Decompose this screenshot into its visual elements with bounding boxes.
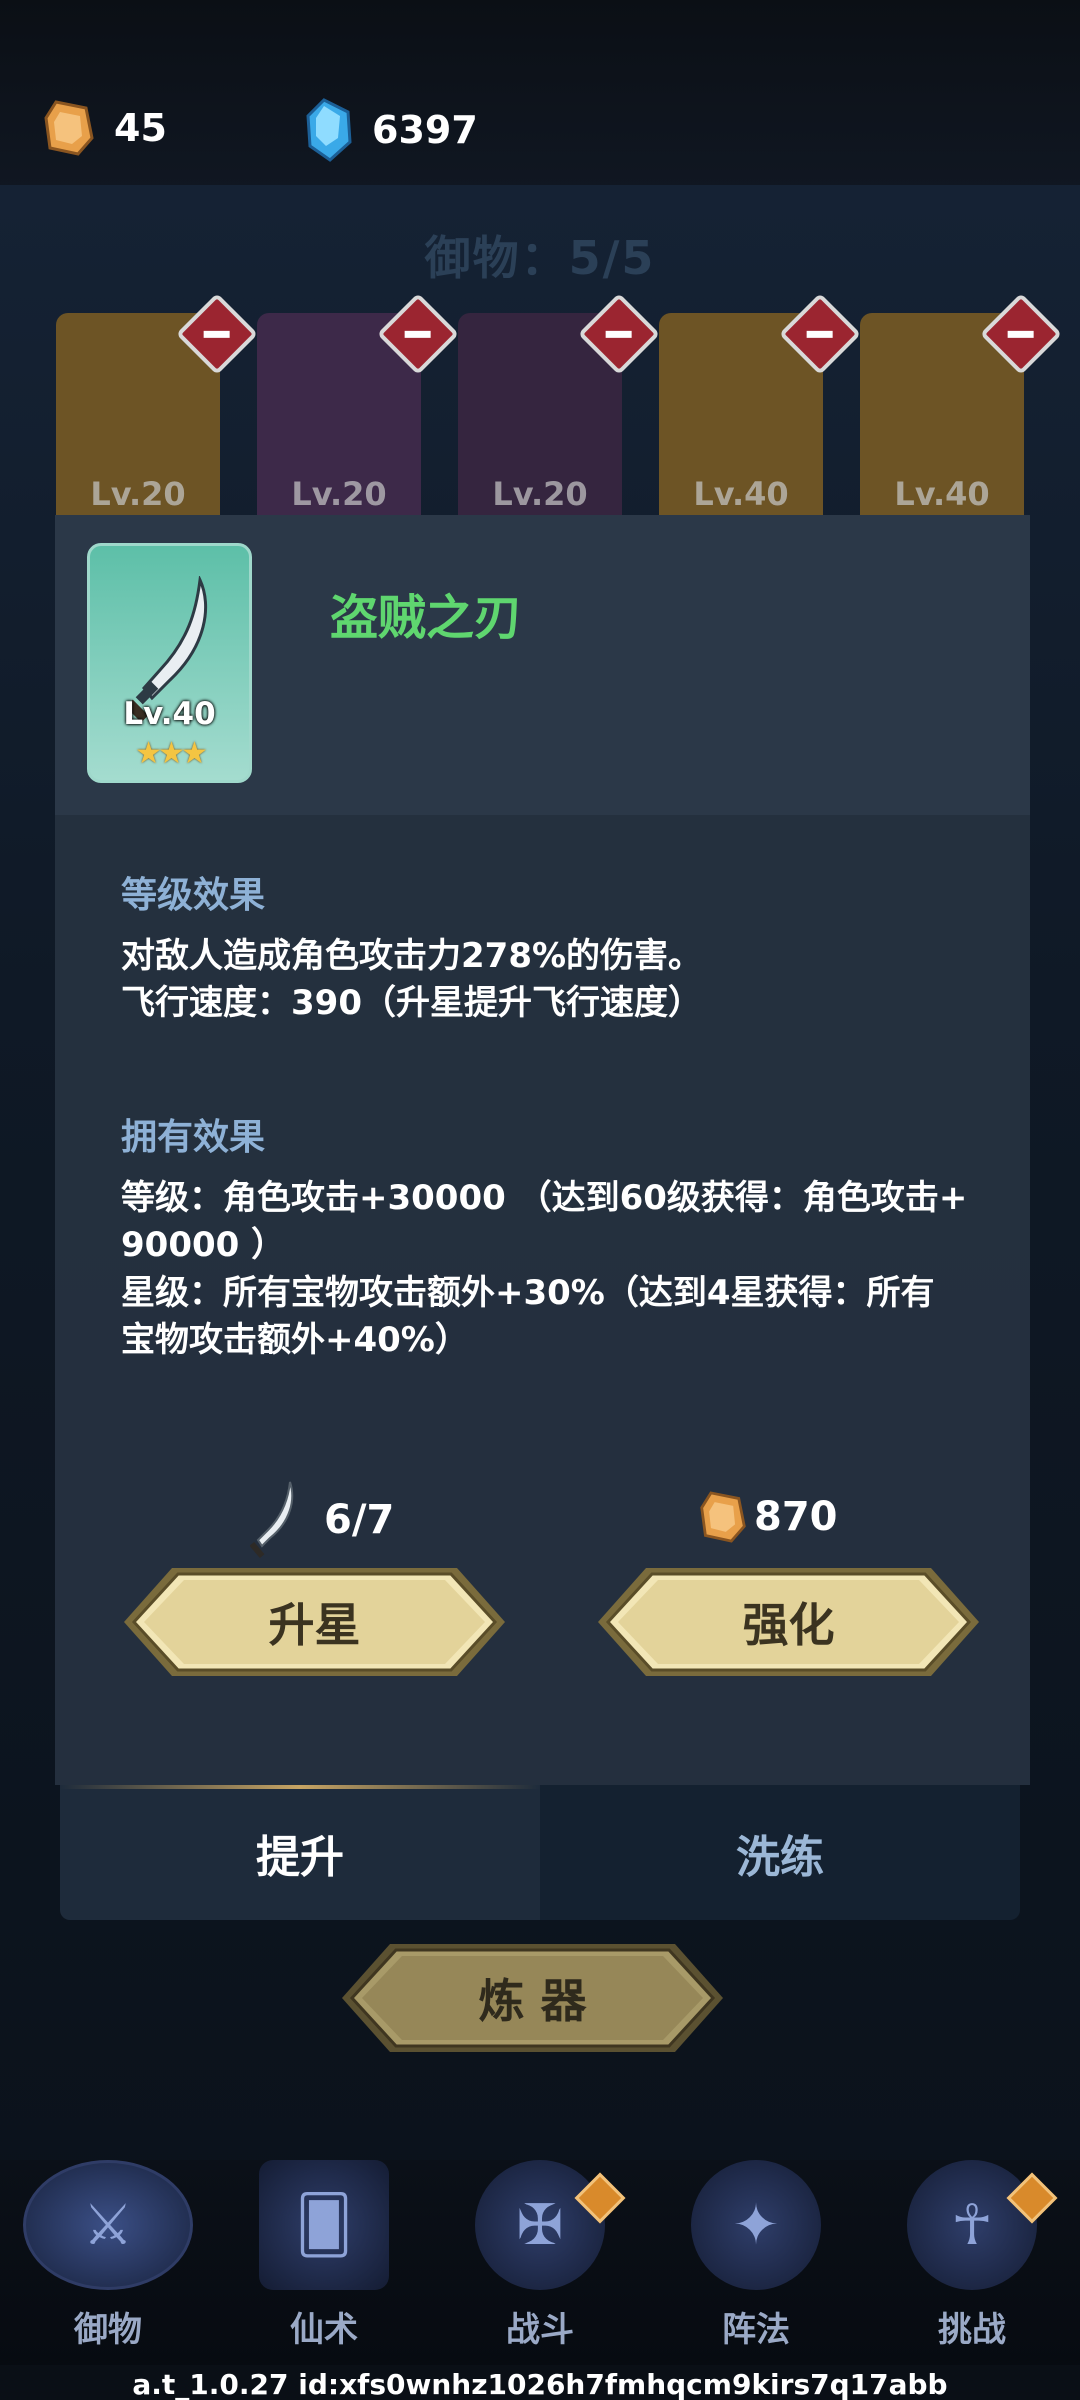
item-level: Lv.40 <box>123 696 216 732</box>
star-cost-value: 6/7 <box>324 1497 395 1543</box>
star-cost: 6/7 <box>250 1480 394 1560</box>
item-stars: ★★★ <box>135 736 208 771</box>
challenge-icon: ☥ <box>907 2160 1037 2290</box>
enhance-button[interactable]: 强化 <box>596 1566 981 1678</box>
treasure-icon: ⚔ <box>23 2160 193 2290</box>
gem-counter: 6397 <box>304 98 478 162</box>
own-effect-line: 等级：角色攻击+30000 （达到60级获得：角色攻击+ <box>121 1178 968 1218</box>
gem-icon <box>306 98 352 162</box>
star-up-button[interactable]: 升星 <box>122 1566 507 1678</box>
nav-battle[interactable]: ✠ 战斗 <box>432 2160 648 2365</box>
token-icon <box>44 100 94 156</box>
own-effect-line: 90000 ） <box>121 1225 286 1265</box>
token-counter: 45 <box>42 98 167 158</box>
nav-formation[interactable]: ✦ 阵法 <box>648 2160 864 2365</box>
nav-label: 阵法 <box>722 2310 790 2350</box>
level-effect-line: 对敌人造成角色攻击力278%的伤害。 <box>121 936 703 976</box>
equipped-level: Lv.40 <box>693 475 789 513</box>
gem-count: 6397 <box>372 108 478 152</box>
forge-label: 炼 器 <box>478 1974 587 2028</box>
nav-label: 御物 <box>74 2310 142 2350</box>
battle-icon: ✠ <box>475 2160 605 2290</box>
upgrade-cost-value: 870 <box>754 1494 838 1540</box>
nav-challenge[interactable]: ☥ 挑战 <box>864 2160 1080 2365</box>
nav-spell[interactable]: 🂠 仙术 <box>216 2160 432 2365</box>
own-effect-title: 拥有效果 <box>121 1117 266 1158</box>
level-effect-title: 等级效果 <box>121 875 266 916</box>
upgrade-cost: 870 <box>698 1488 838 1546</box>
formation-icon: ✦ <box>691 2160 821 2290</box>
token-icon <box>700 1491 746 1543</box>
level-effect-line: 飞行速度：390（升星提升飞行速度） <box>121 983 702 1023</box>
nav-label: 挑战 <box>938 2310 1006 2350</box>
enhance-label: 强化 <box>742 1598 835 1652</box>
tab-refine[interactable]: 洗练 <box>540 1785 1020 1920</box>
bottom-nav: ⚔ 御物 🂠 仙术 ✠ 战斗 ✦ 阵法 ☥ 挑战 <box>0 2160 1080 2365</box>
equipped-level: Lv.20 <box>90 475 186 513</box>
equipped-level: Lv.20 <box>291 475 387 513</box>
blade-fragment-icon <box>250 1481 294 1559</box>
detail-tabs: 提升 洗练 <box>60 1785 1020 1920</box>
item-card: Lv.40 ★★★ <box>87 543 252 783</box>
item-name: 盗贼之刃 <box>330 590 523 646</box>
nav-label: 仙术 <box>290 2310 358 2350</box>
currency-bar: 45 6397 <box>0 0 1080 190</box>
own-effect-line: 星级：所有宝物攻击额外+30%（达到4星获得：所有 <box>121 1273 935 1313</box>
equipped-title: 御物：5/5 <box>424 231 656 285</box>
nav-label: 战斗 <box>506 2310 574 2350</box>
star-up-label: 升星 <box>268 1598 361 1652</box>
token-count: 45 <box>114 106 167 150</box>
nav-treasure[interactable]: ⚔ 御物 <box>0 2160 216 2365</box>
version-label: a.t_1.0.27 id:xfs0wnhz1026h7fmhqcm9kirs7… <box>132 2368 948 2400</box>
tab-improve[interactable]: 提升 <box>60 1785 540 1920</box>
own-effect-line: 宝物攻击额外+40%） <box>121 1320 469 1360</box>
equipped-level: Lv.20 <box>492 475 588 513</box>
forge-button[interactable]: 炼 器 <box>340 1942 725 2054</box>
spell-card-icon: 🂠 <box>259 2160 389 2290</box>
equipped-level: Lv.40 <box>894 475 990 513</box>
